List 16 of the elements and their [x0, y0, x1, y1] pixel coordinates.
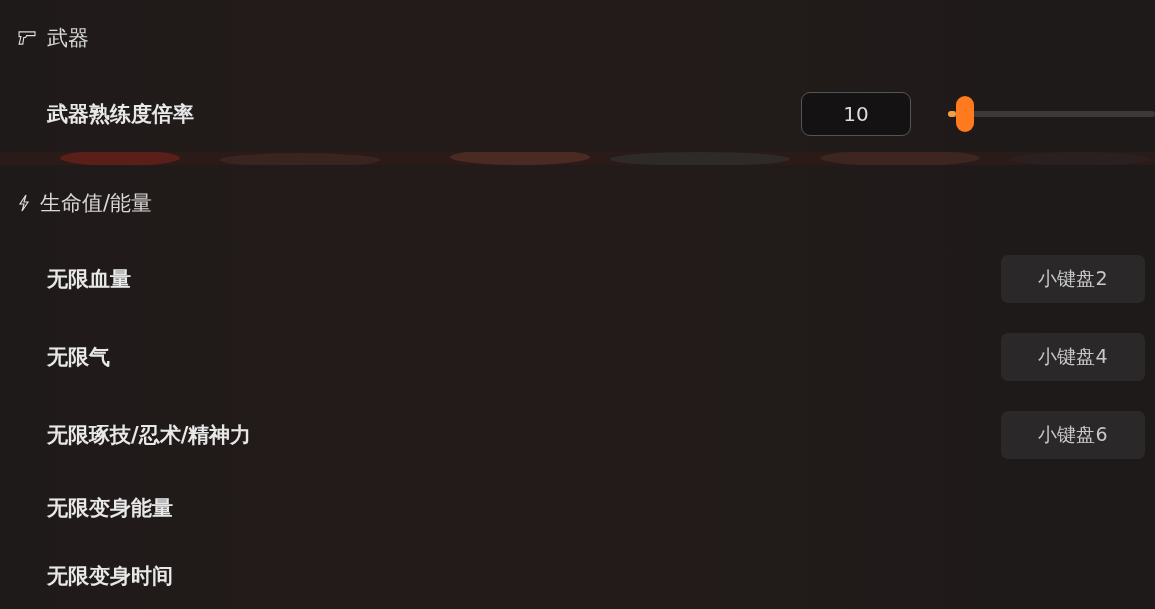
pistol-icon [18, 30, 37, 45]
hotkey-button[interactable]: 小键盘2 [1001, 255, 1145, 303]
option-label: 无限琢技/忍术/精神力 [47, 422, 253, 449]
option-label: 无限变身时间 [47, 563, 174, 590]
slider-track[interactable] [948, 110, 1155, 117]
lightning-icon [18, 193, 30, 212]
option-label: 无限变身能量 [47, 495, 174, 522]
hotkey-button[interactable]: 小键盘4 [1001, 333, 1145, 381]
option-label: 无限气 [47, 344, 111, 371]
value-field[interactable]: 10 [801, 91, 911, 136]
section-title: 生命值/能量 [40, 189, 153, 217]
slider-thumb[interactable] [955, 95, 974, 132]
option-label: 无限血量 [47, 266, 132, 293]
option-label: 武器熟练度倍率 [47, 100, 195, 128]
hotkey-button[interactable]: 小键盘6 [1001, 411, 1145, 459]
section-title: 武器 [47, 24, 89, 52]
